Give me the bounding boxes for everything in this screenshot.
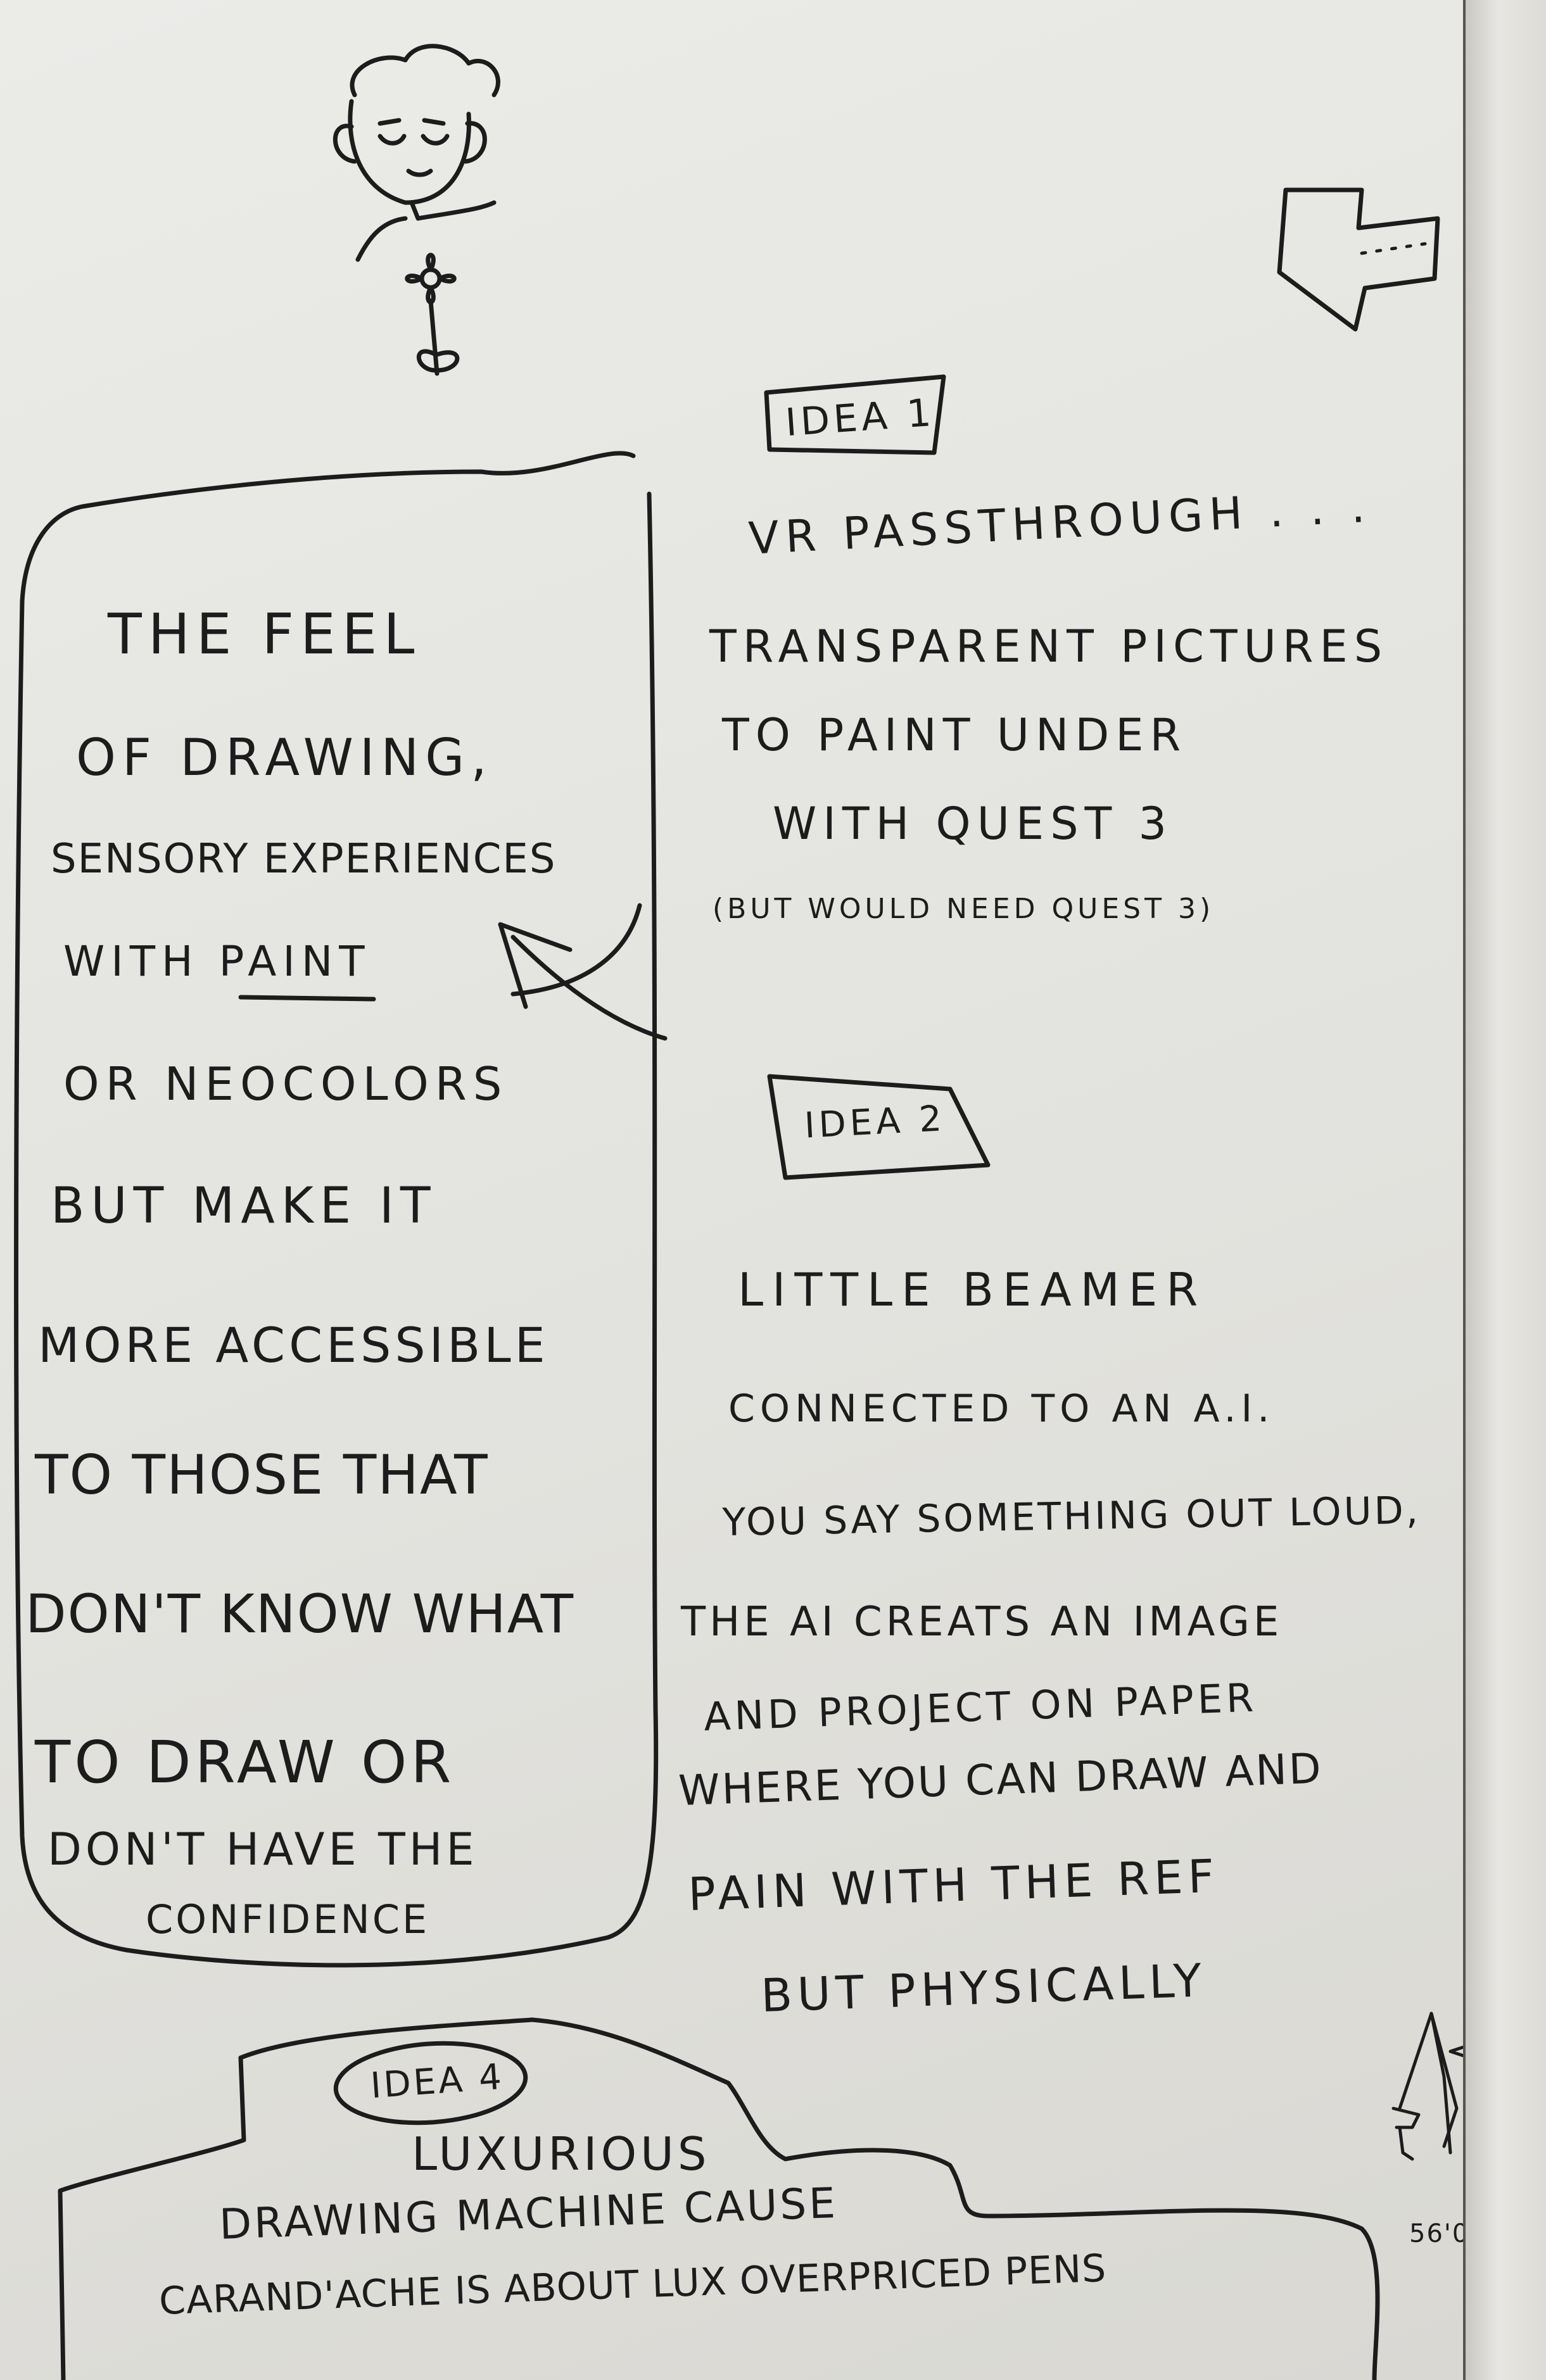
idea2-line-1: LITTLE BEAMER bbox=[738, 1263, 1207, 1316]
feel-line-9: DON'T KNOW WHAT bbox=[25, 1583, 575, 1645]
feel-line-2: OF DRAWING, bbox=[76, 728, 493, 787]
idea2-line-4: THE AI CREATS AN IMAGE bbox=[681, 1599, 1283, 1646]
curved-arrow-drawing bbox=[498, 903, 668, 1041]
feel-line-1: THE FEEL bbox=[108, 601, 421, 667]
idea2-line-2: CONNECTED TO AN A.I. bbox=[728, 1387, 1275, 1431]
feel-line-11: DON'T HAVE THE bbox=[48, 1823, 478, 1875]
feel-line-3: SENSORY EXPERIENCES bbox=[51, 836, 557, 883]
feel-line-5: OR NEOCOLORS bbox=[63, 1057, 509, 1111]
idea1-line-2: TRANSPARENT PICTURES bbox=[709, 620, 1389, 672]
notebook-page: IDEA 1 VR PASSTHROUGH . . . TRANSPARENT … bbox=[0, 0, 1546, 2380]
idea1-line-4: WITH QUEST 3 bbox=[773, 798, 1174, 850]
idea1-line-3: TO PAINT UNDER bbox=[722, 709, 1188, 761]
drawing-machine-doodle bbox=[1391, 2012, 1463, 2161]
idea2-label: IDEA 2 bbox=[803, 1098, 947, 1147]
feel-line-8: TO THOSE THAT bbox=[35, 1444, 489, 1507]
feel-line-12: CONFIDENCE bbox=[146, 1896, 430, 1942]
feel-line-7: MORE ACCESSIBLE bbox=[38, 1317, 549, 1373]
idea1-line-5: (BUT WOULD NEED QUEST 3) bbox=[713, 893, 1215, 925]
character-doodle bbox=[333, 44, 500, 262]
feel-line-10: TO DRAW OR bbox=[35, 1728, 455, 1796]
left-arrow-drawing bbox=[1277, 187, 1440, 332]
flower-doodle bbox=[405, 253, 460, 376]
idea4-line-1: LUXURIOUS bbox=[412, 2127, 711, 2181]
feel-line-6: BUT MAKE IT bbox=[51, 1178, 437, 1235]
feel-line-4: WITH PAINT bbox=[63, 937, 371, 986]
adjacent-page-edge bbox=[1463, 0, 1546, 2380]
